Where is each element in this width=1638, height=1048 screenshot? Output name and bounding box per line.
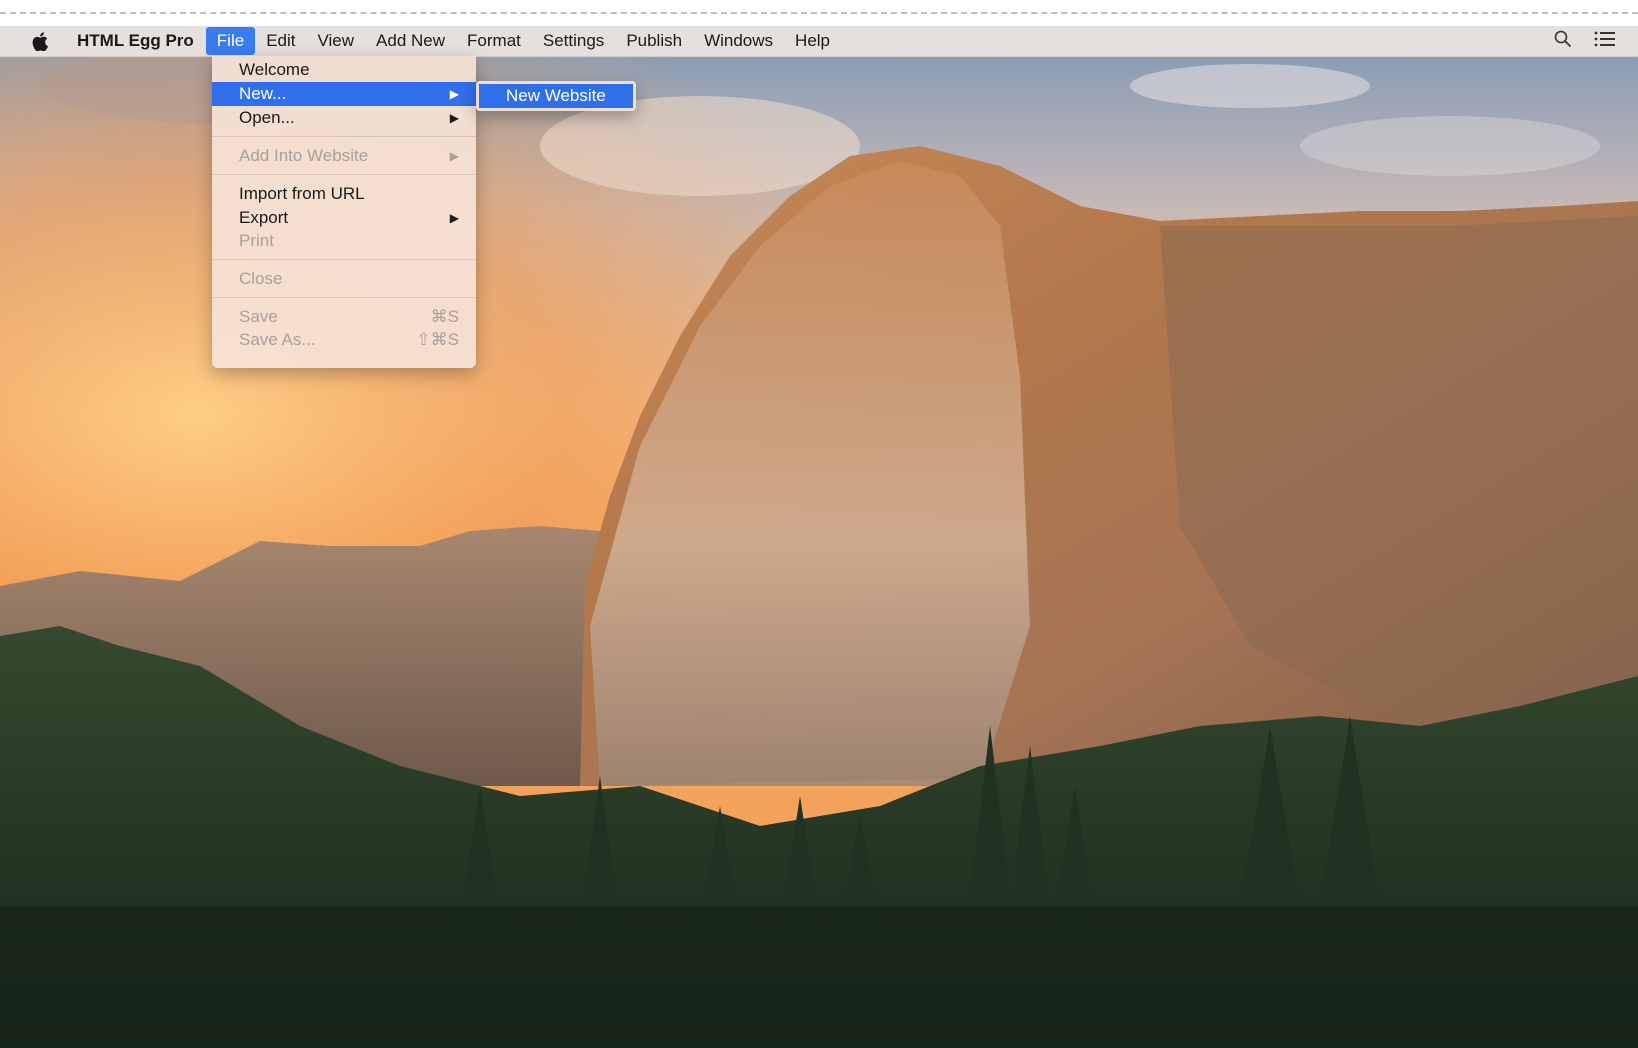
menu-item-print[interactable]: Print [212, 229, 476, 253]
menu-separator [212, 136, 476, 137]
menu-item-save[interactable]: Save ⌘S [212, 305, 476, 329]
new-submenu: New Website [476, 81, 636, 111]
menu-file[interactable]: File [205, 27, 256, 55]
menu-item-export[interactable]: Export ▶ [212, 206, 476, 230]
menubar-status-area [1554, 26, 1616, 56]
apple-icon[interactable] [29, 30, 51, 52]
menu-item-open[interactable]: Open... ▶ [212, 106, 476, 130]
shortcut-label: ⌘S [430, 307, 459, 326]
search-icon[interactable] [1554, 30, 1572, 53]
app-name-menu[interactable]: HTML Egg Pro [67, 26, 206, 56]
menu-item-add-into-website[interactable]: Add Into Website ▶ [212, 144, 476, 168]
menu-separator [212, 297, 476, 298]
menu-separator [212, 259, 476, 260]
menu-publish[interactable]: Publish [615, 26, 693, 56]
menu-item-label: Close [239, 269, 283, 288]
menu-help[interactable]: Help [784, 26, 841, 56]
submenu-arrow-icon: ▶ [449, 111, 459, 125]
menu-item-label: Import from URL [239, 184, 365, 203]
menu-item-import-from-url[interactable]: Import from URL [212, 182, 476, 206]
menu-view[interactable]: View [307, 26, 366, 56]
submenu-arrow-icon: ▶ [449, 211, 459, 225]
menu-item-welcome[interactable]: Welcome [212, 58, 476, 82]
menu-bar: HTML Egg Pro File Edit View Add New Form… [0, 26, 1638, 57]
menu-item-label: New... [239, 84, 287, 103]
menu-item-close[interactable]: Close [212, 267, 476, 291]
menu-item-label: Save [239, 307, 278, 326]
menu-item-label: New Website [506, 86, 606, 105]
list-icon[interactable] [1594, 31, 1616, 52]
menu-item-new[interactable]: New... ▶ [212, 82, 476, 106]
menu-format[interactable]: Format [456, 26, 532, 56]
menu-item-save-as[interactable]: Save As... ⇧⌘S [212, 328, 476, 352]
submenu-arrow-icon: ▶ [449, 149, 459, 163]
menu-separator [212, 174, 476, 175]
menu-add-new[interactable]: Add New [365, 26, 456, 56]
menu-item-label: Save As... [239, 330, 316, 349]
menu-item-label: Open... [239, 108, 295, 127]
submenu-arrow-icon: ▶ [449, 87, 459, 101]
menu-edit[interactable]: Edit [255, 26, 306, 56]
menu-item-label: Print [239, 231, 274, 250]
file-menu-dropdown: Welcome New... ▶ Open... ▶ Add Into Webs… [212, 56, 476, 368]
menu-item-label: Welcome [239, 60, 310, 79]
menu-settings[interactable]: Settings [532, 26, 615, 56]
screen: HTML Egg Pro File Edit View Add New Form… [0, 0, 1638, 1048]
shortcut-label: ⇧⌘S [416, 330, 459, 349]
top-dashed-border [0, 0, 1638, 26]
menu-windows[interactable]: Windows [693, 26, 784, 56]
menu-item-label: Add Into Website [239, 146, 369, 165]
menu-item-new-website[interactable]: New Website [479, 84, 633, 108]
menu-item-label: Export [239, 208, 289, 227]
